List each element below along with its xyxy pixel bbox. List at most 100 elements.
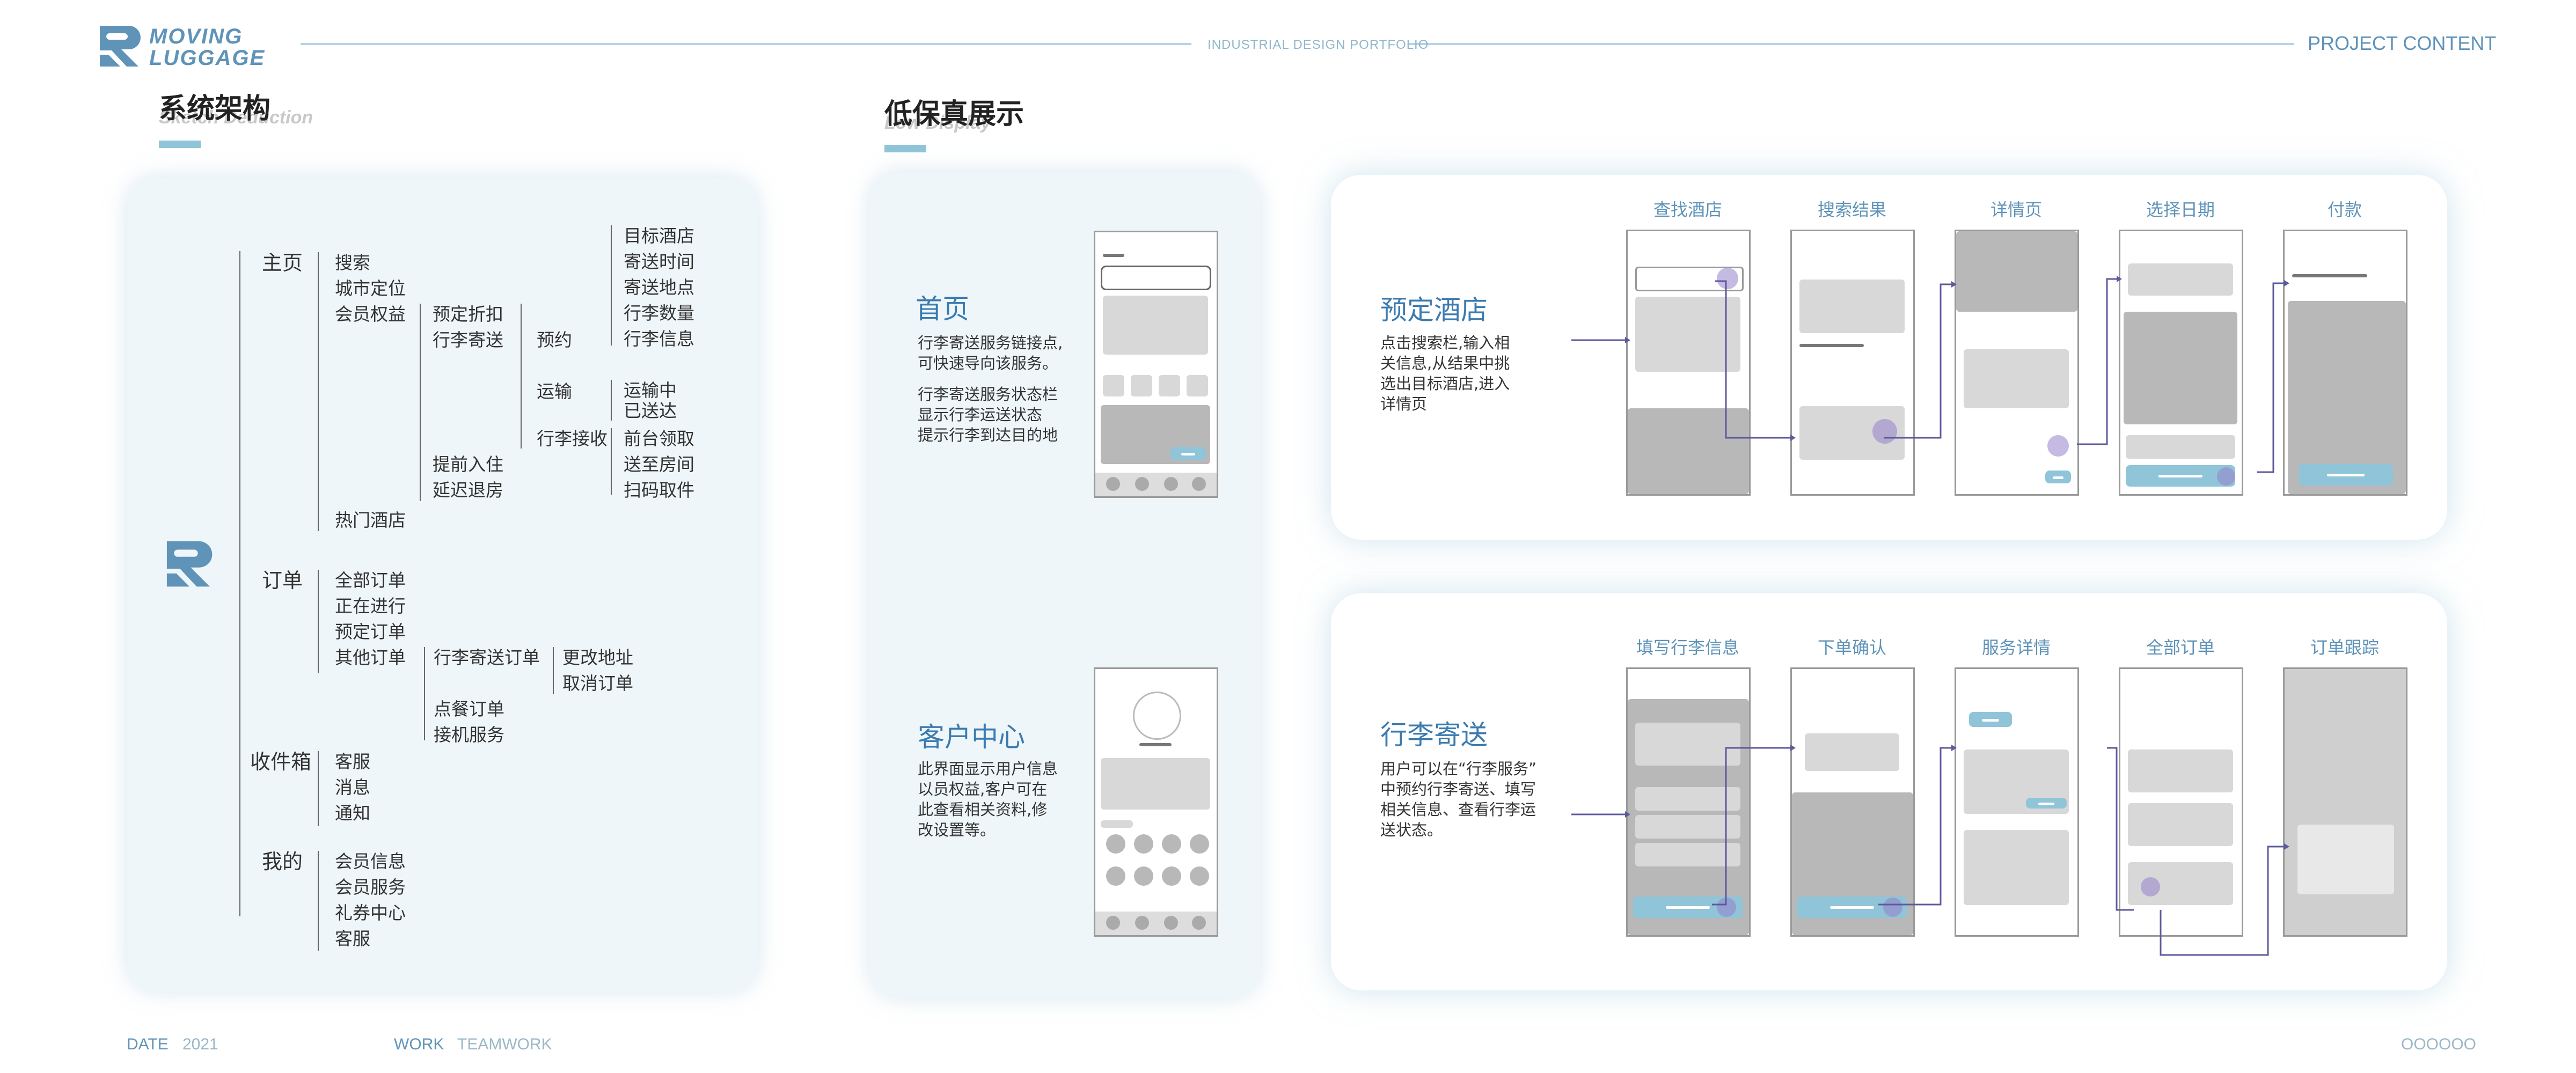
tree-home-label: 主页 [262,251,303,275]
tree-luggage-order-line [553,647,554,694]
hotel-screen-title: 查找酒店 [1653,200,1722,220]
user-center-desc-line: 以员权益,客户可在 [918,780,1048,798]
tree-transport-line [611,380,612,421]
logo-line-2: LUGGAGE [149,46,266,70]
tree-orders-line [318,570,319,673]
logo-mark-icon [100,26,141,67]
luggage-flow-desc: 用户可以在“行李服务” 中预约行李寄送、填写 相关信息、查看行李运 送状态。 [1380,759,1536,840]
brand-logo: MOVING LUGGAGE [96,21,299,70]
lowfi-title-bar [884,145,926,152]
user-center-title: 客户中心 [918,722,1025,753]
tree-other-order-item: 接机服务 [434,724,504,745]
header-right-label: PROJECT CONTENT [2308,32,2497,54]
tree-orders-item: 预定订单 [335,621,406,642]
tree-booking-line [611,225,612,346]
tree-other-order-item: 行李寄送订单 [434,647,540,668]
tree-mine-item: 礼券中心 [335,902,406,923]
tree-luggage-order-item: 取消订单 [562,673,633,694]
luggage-screen-title: 全部订单 [2146,637,2215,658]
tree-other-orders-line [424,647,425,740]
tree-receive-line [611,428,612,495]
tree-benefit-item: 行李寄送 [433,329,503,350]
tree-orders-item: 其他订单 [335,647,406,668]
tree-other-order-item: 点餐订单 [434,699,504,719]
luggage-desc-line: 相关信息、查看行李运 [1380,800,1536,819]
home-desc-line: 提示行李到达目的地 [918,426,1058,444]
tree-inbox-item: 通知 [335,803,370,824]
hotel-flow-title: 预定酒店 [1380,295,1488,326]
tree-benefit-item: 预定折扣 [433,304,503,325]
user-center-desc-line: 改设置等。 [918,821,996,839]
wireframe-home-phone [1094,231,1218,498]
lowfi-title: 低保真展示 [884,98,1024,130]
tree-benefits-line [420,304,421,501]
luggage-desc-line: 送状态。 [1380,821,1443,839]
user-center-desc-line: 此界面显示用户信息 [918,760,1058,778]
home-screen-desc-2: 行李寄送服务状态栏 显示行李运送状态 提示行李到达目的地 [918,384,1058,445]
tree-mine-item: 会员服务 [335,877,406,898]
footer-work-value: TEAMWORK [457,1035,552,1053]
home-desc-line: 行李寄送服务状态栏 [918,385,1058,403]
luggage-screen-title: 订单跟踪 [2310,637,2379,658]
home-desc-line: 可快速导向该服务。 [918,354,1058,372]
tree-booking-item: 行李数量 [624,303,694,324]
tree-transport-item: 已送达 [624,400,677,421]
home-desc-line: 行李寄送服务链接点, [918,334,1063,352]
tree-benefit-item: 提前入住 [433,454,503,475]
home-screen-title: 首页 [916,293,969,325]
hotel-screen-title: 付款 [2327,200,2362,220]
tree-mine-line [318,851,319,951]
tree-receive-item: 扫码取件 [624,480,694,501]
tree-benefit-item: 延迟退房 [433,480,503,501]
tree-transport-label: 运输 [537,381,572,402]
tree-inbox-item: 客服 [335,751,370,772]
architecture-title-bar [159,141,201,148]
tree-home-item: 城市定位 [335,278,406,299]
tree-mine-item: 会员信息 [335,851,406,872]
hotel-screen-title: 选择日期 [2146,200,2215,220]
header-divider-right [1409,43,2294,45]
tree-orders-label: 订单 [262,569,303,592]
hotel-desc-line: 详情页 [1380,395,1428,413]
header-center-label: INDUSTRIAL DESIGN PORTFOLIO [1208,38,1429,52]
hotel-desc-line: 选出目标酒店,进入 [1380,374,1510,393]
tree-mine-label: 我的 [262,850,303,873]
tree-inbox-label: 收件箱 [250,750,312,774]
tree-inbox-line [318,751,319,826]
tree-receive-item: 前台领取 [624,428,694,449]
tree-booking-item: 寄送地点 [624,277,694,298]
tree-home-line [318,252,319,531]
tree-booking-item: 寄送时间 [624,251,694,272]
luggage-desc-line: 用户可以在“行李服务” [1380,760,1537,778]
footer-date-value: 2021 [182,1035,218,1053]
tree-booking-item: 目标酒店 [624,225,694,246]
tree-orders-item: 正在进行 [335,596,406,616]
footer-date-label: DATE [127,1035,169,1053]
tree-inbox-item: 消息 [335,777,370,798]
tree-home-item: 会员权益 [335,304,406,325]
hotel-desc-line: 点击搜索栏,输入相 [1380,334,1510,352]
tree-trunk-line [239,251,240,916]
luggage-desc-line: 中预约行李寄送、填写 [1380,780,1536,798]
hotel-flow-desc: 点击搜索栏,输入相 关信息,从结果中挑 选出目标酒店,进入 详情页 [1380,333,1510,414]
logo-line-1: MOVING [149,25,243,48]
luggage-flow-title: 行李寄送 [1380,719,1488,751]
tree-receive-item: 送至房间 [624,454,694,475]
architecture-title: 系统架构 [159,93,271,125]
tree-receive-label: 行李接收 [537,428,608,449]
luggage-screen-title: 下单确认 [1817,637,1886,658]
user-center-desc: 此界面显示用户信息 以员权益,客户可在 此查看相关资料,修 改设置等。 [918,759,1058,840]
hotel-flow-connectors [1571,276,2289,473]
home-desc-line: 显示行李运送状态 [918,406,1043,424]
header-divider-left [301,43,1191,45]
footer-page-label: OOOOOO [2401,1035,2477,1053]
hotel-screen-title: 详情页 [1990,200,2042,220]
hotel-desc-line: 关信息,从结果中挑 [1380,354,1510,372]
footer-work-label: WORK [394,1035,444,1053]
home-screen-desc-1: 行李寄送服务链接点, 可快速导向该服务。 [918,333,1063,373]
tree-booking-label: 预约 [537,329,572,350]
wireframe-user-center-phone [1094,667,1218,937]
tree-luggage-order-item: 更改地址 [562,647,633,668]
tree-home-item: 热门酒店 [335,510,406,531]
luggage-screen-title: 填写行李信息 [1636,637,1739,658]
